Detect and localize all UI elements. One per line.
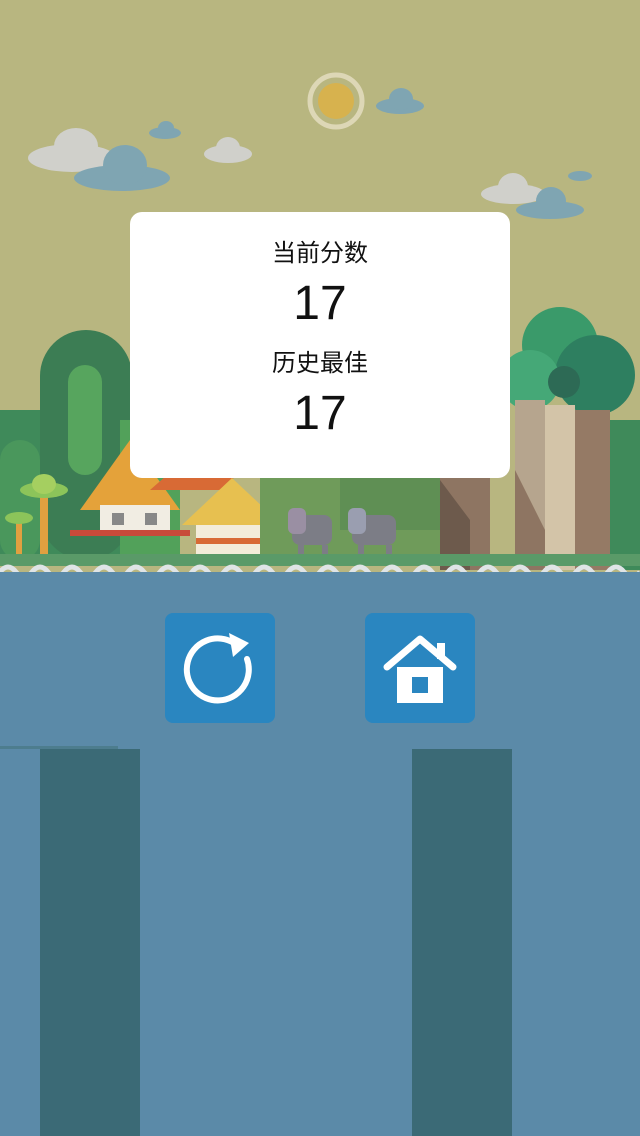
best-score-value: 17: [293, 387, 347, 440]
best-score-label: 历史最佳: [272, 349, 368, 377]
restart-icon: [183, 633, 252, 704]
game-stage: 当前分数 17 历史最佳 17: [0, 0, 640, 1136]
sun-icon: [307, 72, 365, 130]
home-icon: [383, 635, 457, 703]
home-button[interactable]: [365, 613, 475, 723]
current-score-value: 17: [293, 277, 347, 330]
score-panel: 当前分数 17 历史最佳 17: [130, 212, 510, 478]
restart-button[interactable]: [165, 613, 275, 723]
pillar-left: [40, 749, 140, 1136]
pillar-right: [412, 749, 512, 1136]
current-score-label: 当前分数: [272, 239, 368, 267]
